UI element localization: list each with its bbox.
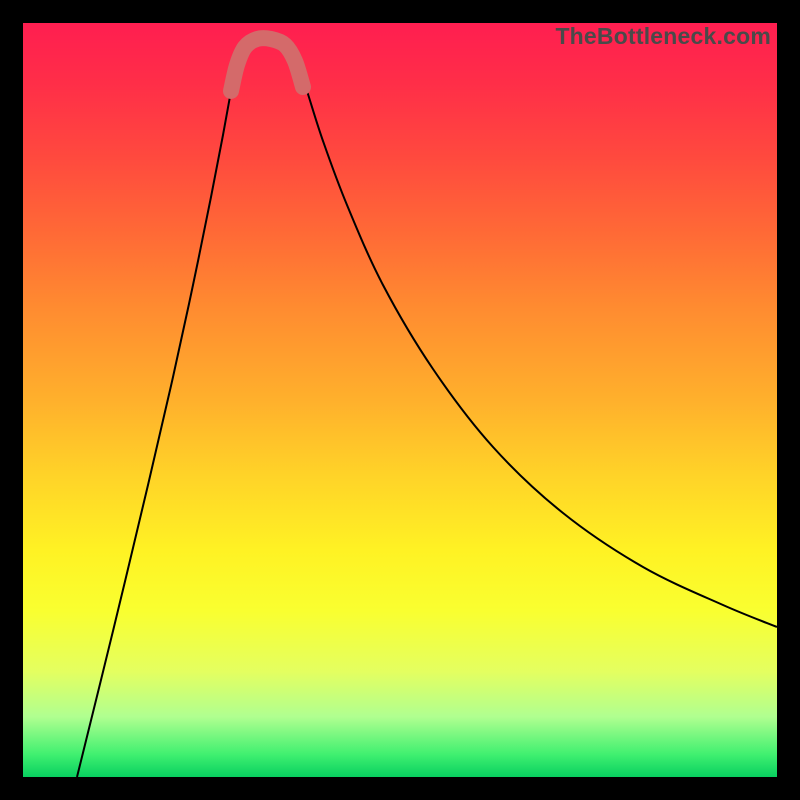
series-left-descent [77, 61, 237, 777]
chart-frame: TheBottleneck.com [23, 23, 777, 777]
series-right-ascent [297, 61, 777, 627]
chart-svg [23, 23, 777, 777]
series-valley-marker [231, 38, 303, 91]
